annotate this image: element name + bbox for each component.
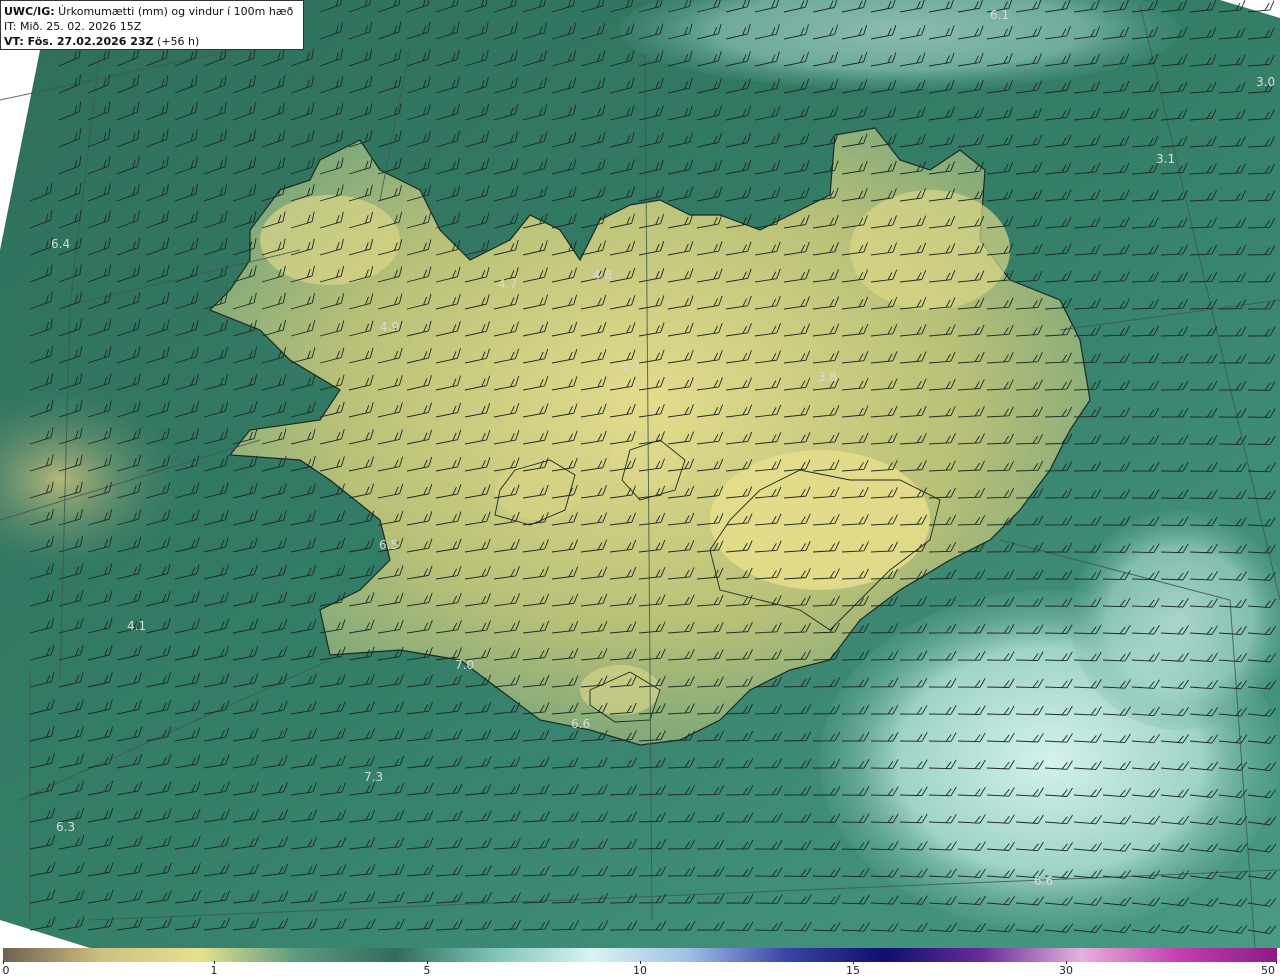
colorbar-tick-1: 1 <box>210 964 218 977</box>
value-label: 4.8 <box>593 268 613 282</box>
map-info-box: UWC/IG: Úrkomumætti (mm) og vindur í 100… <box>0 0 304 50</box>
valid-time: VT: Fös. 27.02.2026 23Z <box>4 35 154 48</box>
value-label: 3.1 <box>1156 152 1176 166</box>
colorbar-tick-10: 10 <box>633 964 647 977</box>
precip-south <box>580 665 660 715</box>
forecast-map: UWC/IG: Úrkomumætti (mm) og vindur í 100… <box>0 0 1280 948</box>
init-time: IT: Mið. 25. 02. 2026 15Z <box>4 20 142 33</box>
precip-wet-east <box>1070 510 1280 730</box>
colorbar-gradient <box>3 948 1277 962</box>
value-label: 6.1 <box>990 8 1010 22</box>
map-canvas <box>0 0 1280 948</box>
value-label: 6.4 <box>51 237 71 251</box>
colorbar: 0 1 5 10 15 30 50 <box>0 948 1280 978</box>
value-label: 3.0 <box>1256 75 1276 89</box>
colorbar-tick-5: 5 <box>423 964 431 977</box>
value-label: 6.3 <box>56 820 76 834</box>
map-title: Úrkomumætti (mm) og vindur í 100m hæð <box>54 5 294 18</box>
value-label: 6.6 <box>571 717 591 731</box>
title-line: UWC/IG: Úrkomumætti (mm) og vindur í 100… <box>4 4 300 19</box>
value-label: 7.3 <box>364 770 384 784</box>
model-label: UWC/IG: <box>4 5 55 18</box>
value-label: 3.8 <box>818 370 838 384</box>
valid-time-line: VT: Fös. 27.02.2026 23Z (+56 h) <box>4 34 300 49</box>
value-label: 4.9 <box>380 320 400 334</box>
colorbar-tick-50: 50 <box>1261 964 1275 977</box>
colorbar-tick-15: 15 <box>846 964 860 977</box>
value-label: 7.0 <box>455 658 475 672</box>
value-label: 6.5 <box>379 538 399 552</box>
value-label: 6.6 <box>1034 874 1054 888</box>
precip-northeast <box>850 190 1010 310</box>
precip-vatnajokull <box>710 450 930 590</box>
lead-time: (+56 h) <box>153 35 200 48</box>
colorbar-tick-0: 0 <box>2 964 10 977</box>
value-label: 4.7 <box>498 277 518 291</box>
precip-westfjords <box>260 195 400 285</box>
value-label: 4.7 <box>621 360 641 374</box>
value-label: 4.1 <box>127 619 147 633</box>
colorbar-tick-30: 30 <box>1059 964 1073 977</box>
